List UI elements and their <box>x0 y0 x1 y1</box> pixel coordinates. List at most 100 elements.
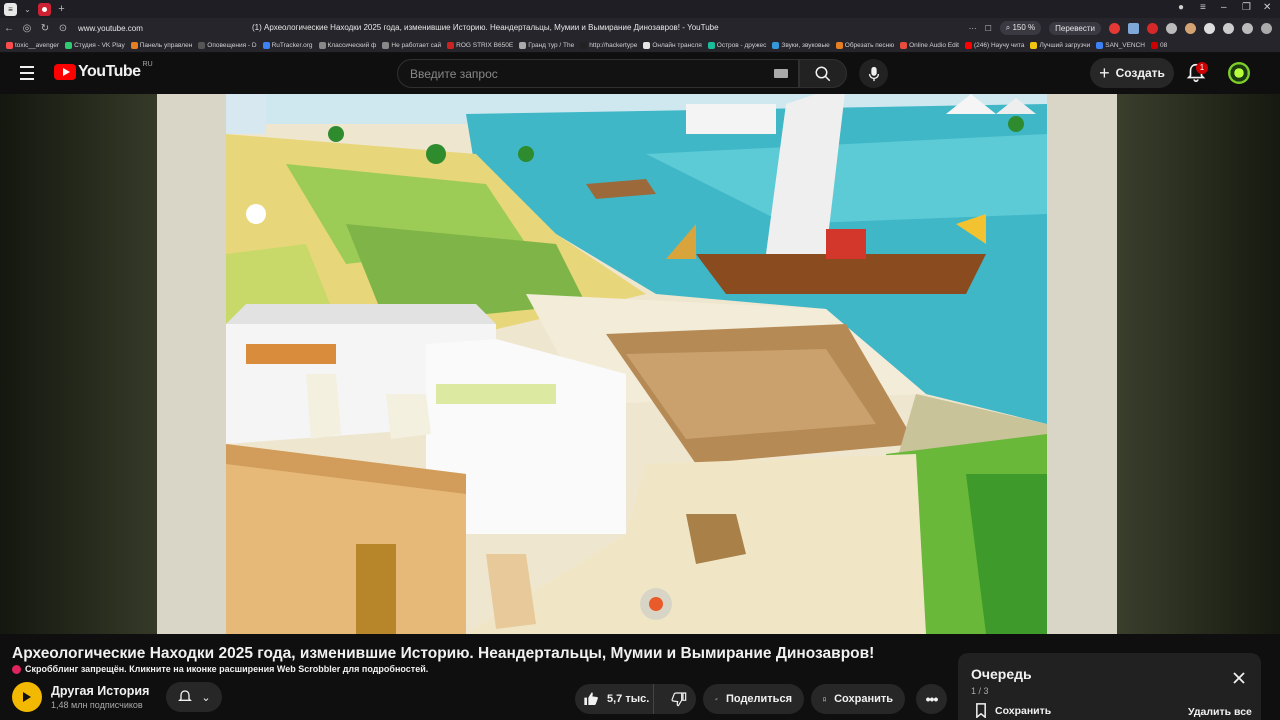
video-ambient-right <box>1117 94 1280 634</box>
queue-delete-all-button[interactable]: Удалить все <box>1188 706 1252 718</box>
extension-cookie-icon[interactable] <box>1185 22 1196 34</box>
extension-clock-icon[interactable] <box>1261 22 1272 34</box>
extension-shield-icon[interactable] <box>1147 22 1158 34</box>
back-icon[interactable]: ← <box>0 23 18 34</box>
browser-tab-strip: ≡ ⌄ + ● ≡ – ❐ ✕ <box>0 0 1280 18</box>
browser-menu-icon[interactable]: ≡ <box>4 2 17 16</box>
bookmark-item[interactable]: RuTracker.org <box>262 42 313 49</box>
extension-red-icon[interactable] <box>1109 22 1120 34</box>
vpn-icon[interactable]: ◎ <box>18 23 36 34</box>
bookmark-item[interactable]: toxic__avenger <box>6 42 59 49</box>
voice-search-button[interactable] <box>859 59 888 88</box>
bookmark-favicon-icon <box>1030 42 1038 49</box>
dislike-button[interactable] <box>662 684 696 714</box>
bookmark-favicon-icon <box>900 42 908 49</box>
like-button[interactable]: 5,7 тыс. <box>575 684 654 714</box>
tab-list-icon[interactable]: ⌄ <box>21 3 34 16</box>
extension-light-icon[interactable] <box>1204 22 1215 34</box>
bookmark-item[interactable]: (246) Научу чита <box>965 42 1024 49</box>
keyboard-icon[interactable] <box>774 69 788 78</box>
bookmark-favicon-icon <box>65 42 73 49</box>
bookmark-item[interactable]: SAN_VENCH <box>1096 42 1145 49</box>
scrobbler-icon <box>12 664 21 674</box>
bookmark-label: SAN_VENCH <box>1105 42 1145 49</box>
account-avatar[interactable] <box>1228 62 1250 84</box>
site-info-icon[interactable]: ⊙ <box>54 23 72 34</box>
more-icon[interactable]: ⋯ <box>969 24 977 33</box>
bookmark-item[interactable]: Остров - дружес <box>707 42 766 49</box>
url-field[interactable]: www.youtube.com <box>78 24 238 33</box>
bookmark-item[interactable]: 08 <box>1151 42 1167 49</box>
extension-gray-icon[interactable] <box>1166 22 1177 34</box>
bookmark-item[interactable]: Online Audio Edit <box>900 42 959 49</box>
create-label: Создать <box>1115 66 1165 80</box>
bookmark-item[interactable]: Классический ф <box>318 42 376 49</box>
bookmark-favicon-icon <box>262 42 270 49</box>
video-frame[interactable] <box>157 94 1117 634</box>
hamburger-menu-icon[interactable] <box>16 62 38 84</box>
bookmark-item[interactable]: Не работает сай <box>382 42 441 49</box>
bookmark-label: Студия - VK Play <box>74 42 125 49</box>
channel-subscribers: 1,48 млн подписчиков <box>51 700 143 710</box>
bookmark-label: Оповещения - D <box>207 42 257 49</box>
bookmark-favicon-icon <box>519 42 527 49</box>
bookmark-favicon-icon <box>6 42 13 49</box>
address-bar: ← ◎ ↻ ⊙ www.youtube.com (1) Археологичес… <box>0 18 1280 39</box>
search-button[interactable] <box>799 59 847 88</box>
bookmarks-bar: toxic__avenger Студия - VK Play Панель упр… <box>0 39 1280 53</box>
close-icon[interactable] <box>1232 671 1246 685</box>
search-input[interactable] <box>398 60 758 87</box>
bookmark-label: Online Audio Edit <box>909 42 959 49</box>
extension-blue-icon[interactable] <box>1128 22 1139 34</box>
queue-save-label: Сохранить <box>995 704 1052 717</box>
share-button[interactable]: Поделиться <box>703 684 804 714</box>
bookmark-item[interactable]: Гранд тур / The <box>519 42 574 49</box>
like-count: 5,7 тыс. <box>607 693 650 705</box>
create-button[interactable]: + Создать <box>1090 58 1174 88</box>
youtube-play-icon <box>54 64 76 80</box>
minimize-icon[interactable]: – <box>1221 2 1227 13</box>
zoom-level[interactable]: ⌕ 150 % <box>999 21 1042 35</box>
bookmark-favicon-icon <box>1096 42 1104 49</box>
bookmark-item[interactable]: Панель управлен <box>130 42 193 49</box>
bookmark-label: Гранд тур / The <box>528 42 575 49</box>
scrobble-text: Скробблинг запрещён. Кликните на иконке … <box>25 664 429 674</box>
translate-button[interactable]: Перевести <box>1049 21 1101 35</box>
bookmark-label: 08 <box>1160 42 1168 49</box>
reload-icon[interactable]: ↻ <box>36 23 54 34</box>
extension-puzzle-icon[interactable] <box>1223 22 1234 34</box>
youtube-tab-icon[interactable] <box>38 2 51 16</box>
bookmark-item[interactable]: Обрезать песню <box>835 42 894 49</box>
channel-name[interactable]: Другая История <box>51 684 149 698</box>
youtube-logo[interactable]: YouTube RU <box>54 61 153 81</box>
save-button[interactable]: Сохранить <box>811 684 905 714</box>
video-ambient-left <box>0 94 157 634</box>
bookmark-item[interactable]: Звуки, звуковые <box>772 42 830 49</box>
bookmark-item[interactable]: http://hackertype <box>580 42 637 49</box>
subscription-bell-button[interactable]: ⌄ <box>166 682 222 712</box>
queue-save-button[interactable]: Сохранить <box>975 703 1051 718</box>
bookmark-item[interactable]: Студия - VK Play <box>65 42 125 49</box>
bookmark-item[interactable]: ROG STRIX B650E <box>447 42 513 49</box>
extension-download-icon[interactable] <box>1242 22 1253 34</box>
close-window-icon[interactable]: ✕ <box>1263 2 1271 13</box>
extension-icon[interactable]: ● <box>1178 2 1184 13</box>
zoom-value: 150 % <box>1012 23 1036 32</box>
bookmark-label: Лучший загрузчи <box>1039 42 1091 49</box>
bookmark-icon[interactable]: ☐ <box>985 24 992 33</box>
channel-avatar[interactable] <box>12 682 42 712</box>
video-player[interactable] <box>0 94 1280 634</box>
logo-text: YouTube <box>78 63 141 80</box>
restore-icon[interactable]: ❐ <box>1242 2 1251 13</box>
bookmark-item[interactable]: Онлайн трансля <box>643 42 702 49</box>
bookmark-favicon-icon <box>580 42 588 49</box>
tab-menu-icon[interactable]: ≡ <box>1200 2 1206 13</box>
bookmark-item[interactable]: Лучший загрузчи <box>1030 42 1090 49</box>
bookmark-favicon-icon <box>965 42 972 49</box>
new-tab-icon[interactable]: + <box>55 3 68 16</box>
bookmark-favicon-icon <box>447 42 455 49</box>
bookmark-label: Панель управлен <box>139 42 193 49</box>
more-actions-button[interactable]: ••• <box>916 684 947 714</box>
queue-panel: Очередь 1 / 3 Сохранить Удалить все <box>958 653 1261 720</box>
bookmark-item[interactable]: Оповещения - D <box>198 42 257 49</box>
